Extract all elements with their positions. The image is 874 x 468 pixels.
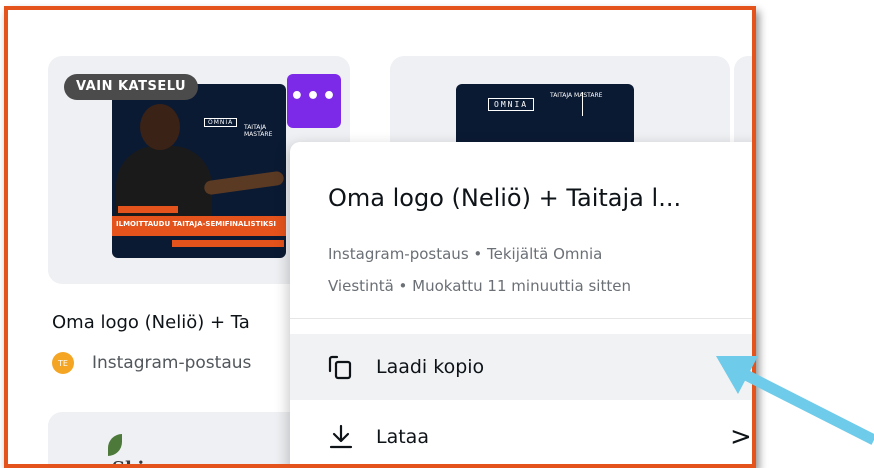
design-type: Instagram-postaus (92, 353, 252, 373)
highlight-frame: Skincare OMNIA TAITAJA MASTARE ILMOITTAU… (4, 6, 756, 468)
design-meta: TE Instagram-postaus (52, 352, 251, 374)
thumbnail-logo: OMNIA (204, 118, 238, 127)
design-title[interactable]: Oma logo (Neliö) + Ta (52, 312, 250, 333)
thumbnail-person (116, 146, 212, 226)
thumbnail-divider (582, 92, 583, 116)
view-only-badge: VAIN KATSELU (64, 74, 199, 100)
leaf-decoration (108, 434, 122, 456)
menu-item-copy[interactable]: Laadi kopio (290, 334, 752, 400)
more-options-button[interactable]: ••• (287, 74, 341, 128)
menu-label-copy: Laadi kopio (376, 356, 485, 378)
thumbnail-logo: OMNIA (488, 98, 535, 111)
thumbnail-person-head (140, 104, 180, 150)
thumbnail-title: Skincare (112, 458, 201, 464)
thumbnail-footer-bar (172, 240, 284, 247)
popup-divider (290, 318, 752, 319)
popup-meta-line-1: Instagram-postaus • Tekijältä Omnia (328, 245, 603, 263)
design-thumbnail[interactable]: OMNIA TAITAJA MASTARE ILMOITTAUDU TAITAJ… (112, 84, 286, 258)
menu-label-download: Lataa (376, 426, 429, 448)
menu-item-download[interactable]: Lataa > (290, 404, 752, 464)
design-thumbnail-2[interactable]: OMNIA TAITAJA MASTARE (456, 84, 634, 144)
design-context-menu: Oma logo (Neliö) + Taitaja l... Instagra… (290, 142, 752, 464)
thumbnail-event: TAITAJA MASTARE (550, 92, 603, 99)
thumbnail-brand: OMNIA TAITAJA MASTARE (204, 90, 280, 148)
popup-title: Oma logo (Neliö) + Taitaja l... (328, 184, 682, 212)
annotation-arrow-icon (716, 356, 874, 445)
thumbnail-event: TAITAJA MASTARE (244, 124, 273, 138)
thumbnail-banner-text: ILMOITTAUDU TAITAJA-SEMIFINALISTIKSI (116, 220, 277, 228)
popup-meta: Instagram-postaus • Tekijältä Omnia Vies… (328, 238, 748, 302)
popup-meta-line-2: Viestintä • Muokattu 11 minuuttia sitten (328, 277, 631, 295)
thumbnail-arm (203, 170, 285, 196)
thumbnail-tag-bar (118, 206, 178, 213)
download-icon (329, 424, 353, 449)
copy-icon (328, 355, 352, 380)
more-icon: ••• (289, 84, 339, 109)
avatar: TE (52, 352, 74, 374)
